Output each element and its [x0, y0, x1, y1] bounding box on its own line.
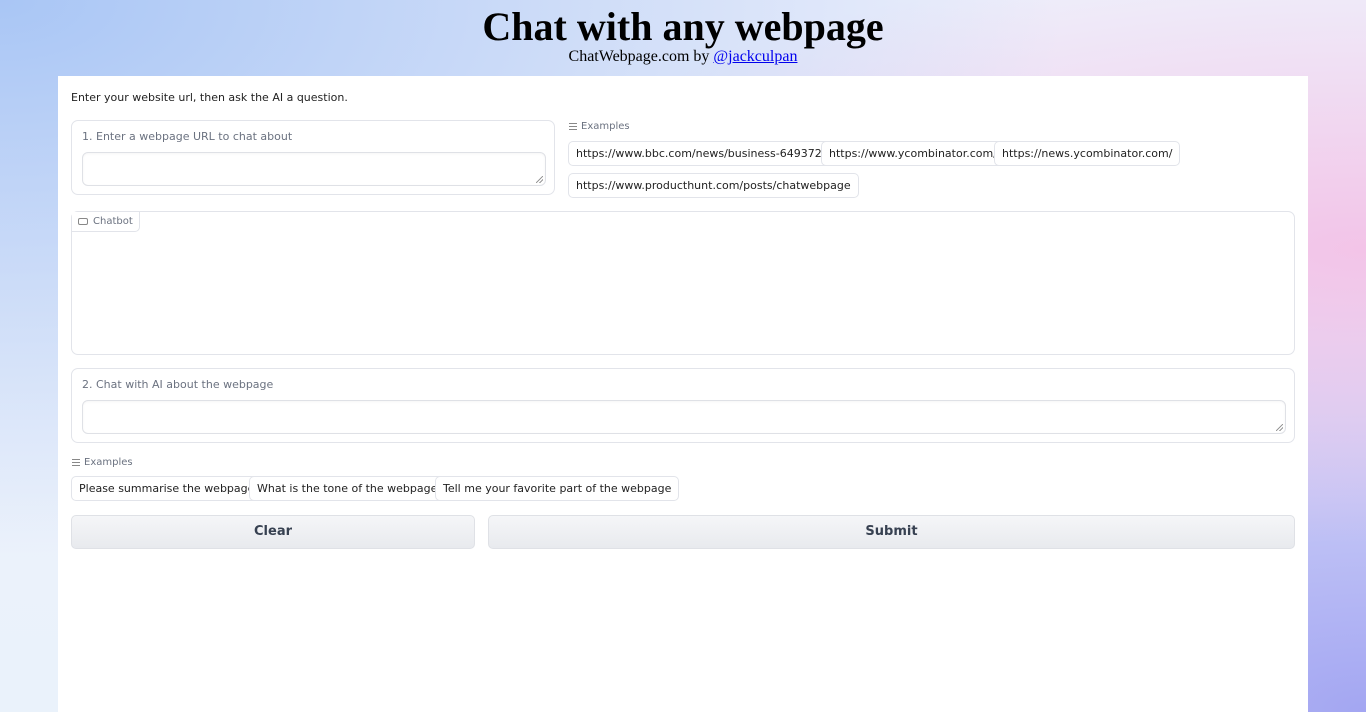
url-example-ycombinator[interactable]: https://www.ycombinator.com/	[821, 141, 1005, 166]
author-link[interactable]: @jackculpan	[713, 48, 797, 65]
subtitle-text: ChatWebpage.com by	[568, 48, 714, 65]
intro-text: Enter your website url, then ask the AI …	[71, 91, 348, 104]
chat-input[interactable]	[82, 400, 1286, 434]
chat-examples-label-text: Examples	[84, 457, 133, 468]
main-panel: Enter your website url, then ask the AI …	[58, 76, 1308, 712]
url-example-producthunt[interactable]: https://www.producthunt.com/posts/chatwe…	[568, 173, 859, 198]
chatbot-label: Chatbot	[93, 216, 133, 227]
chatbot-area: Chatbot	[71, 211, 1295, 355]
url-input-block: 1. Enter a webpage URL to chat about	[71, 120, 555, 195]
page-subtitle: ChatWebpage.com by @jackculpan	[0, 47, 1366, 67]
url-input-label: 1. Enter a webpage URL to chat about	[82, 130, 293, 143]
page-title: Chat with any webpage	[482, 4, 884, 49]
resize-handle-icon[interactable]	[536, 176, 543, 183]
chat-examples-label: Examples	[72, 457, 133, 468]
submit-button[interactable]: Submit	[488, 515, 1295, 549]
resize-handle-icon[interactable]	[1276, 424, 1283, 431]
list-icon	[72, 459, 80, 466]
url-example-bbc[interactable]: https://www.bbc.com/news/business-649372…	[568, 141, 844, 166]
url-input[interactable]	[82, 152, 546, 186]
url-examples-label-text: Examples	[581, 121, 630, 132]
url-example-hackernews[interactable]: https://news.ycombinator.com/	[994, 141, 1181, 166]
chat-example-summarise[interactable]: Please summarise the webpage	[71, 476, 263, 501]
chatbot-tab: Chatbot	[72, 212, 140, 232]
list-icon	[569, 123, 577, 130]
url-examples-label: Examples	[569, 121, 630, 132]
chat-input-label: 2. Chat with AI about the webpage	[82, 378, 274, 391]
chat-icon	[78, 218, 88, 225]
chat-input-block: 2. Chat with AI about the webpage	[71, 368, 1295, 443]
chat-example-favorite[interactable]: Tell me your favorite part of the webpag…	[435, 476, 680, 501]
clear-button[interactable]: Clear	[71, 515, 475, 549]
chat-example-tone[interactable]: What is the tone of the webpage?	[249, 476, 452, 501]
